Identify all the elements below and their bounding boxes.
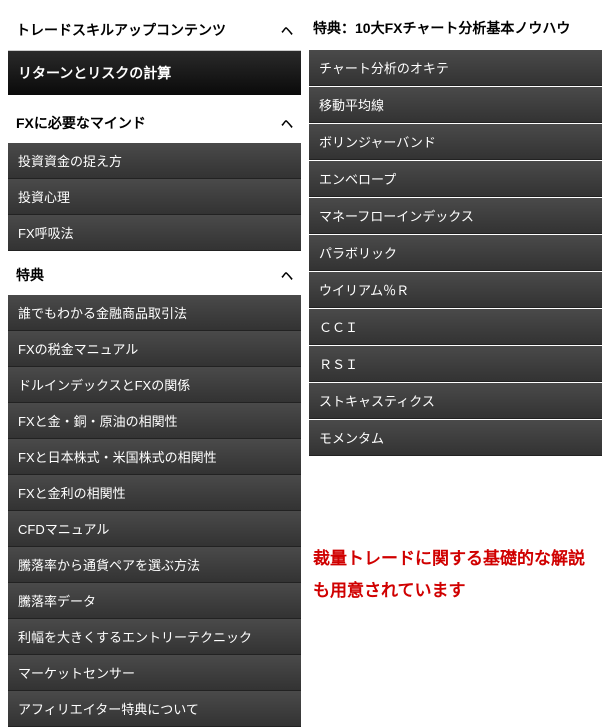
- list-item[interactable]: ウイリアム％Ｒ: [309, 272, 602, 308]
- list-item[interactable]: ドルインデックスとFXの関係: [8, 367, 301, 403]
- list-item[interactable]: FXと日本株式・米国株式の相関性: [8, 439, 301, 475]
- note-text: 裁量トレードに関する基礎的な解説も用意されています: [309, 537, 602, 614]
- section-title: 特典: [16, 265, 44, 285]
- list-item[interactable]: 投資心理: [8, 179, 301, 215]
- list-item[interactable]: 利幅を大きくするエントリーテクニック: [8, 619, 301, 655]
- list-item[interactable]: 騰落率から通貨ペアを選ぶ方法: [8, 547, 301, 583]
- chevron-up-icon: ヘ: [281, 22, 293, 39]
- list-item[interactable]: FXの税金マニュアル: [8, 331, 301, 367]
- section-title: トレードスキルアップコンテンツ: [16, 20, 226, 40]
- fx-mind-list: 投資資金の捉え方 投資心理 FX呼吸法: [8, 143, 301, 251]
- list-item[interactable]: ストキャスティクス: [309, 383, 602, 419]
- banner-return-risk[interactable]: リターンとリスクの計算: [8, 51, 301, 95]
- list-item[interactable]: ボリンジャーバンド: [309, 124, 602, 160]
- list-item[interactable]: ＲＳＩ: [309, 346, 602, 382]
- chart-analysis-list: チャート分析のオキテ 移動平均線 ボリンジャーバンド エンベロープ マネーフロー…: [309, 50, 602, 457]
- bonus-list: 誰でもわかる金融商品取引法 FXの税金マニュアル ドルインデックスとFXの関係 …: [8, 295, 301, 727]
- right-column-title: 特典：10大FXチャート分析基本ノウハウ: [309, 10, 602, 50]
- list-item[interactable]: 投資資金の捉え方: [8, 143, 301, 179]
- left-column: トレードスキルアップコンテンツ ヘ リターンとリスクの計算 FXに必要なマインド…: [8, 10, 301, 666]
- list-item[interactable]: 移動平均線: [309, 87, 602, 123]
- list-item[interactable]: モメンタム: [309, 420, 602, 456]
- list-item[interactable]: マネーフローインデックス: [309, 198, 602, 234]
- list-item[interactable]: CFDマニュアル: [8, 511, 301, 547]
- right-column: 特典：10大FXチャート分析基本ノウハウ チャート分析のオキテ 移動平均線 ボリ…: [309, 10, 602, 666]
- list-item[interactable]: マーケットセンサー: [8, 655, 301, 691]
- list-item[interactable]: アフィリエイター特典について: [8, 691, 301, 727]
- chevron-up-icon: ヘ: [281, 267, 293, 284]
- list-item[interactable]: 誰でもわかる金融商品取引法: [8, 295, 301, 331]
- list-item[interactable]: ＣＣＩ: [309, 309, 602, 345]
- section-header-bonus[interactable]: 特典 ヘ: [8, 255, 301, 295]
- section-header-fx-mind[interactable]: FXに必要なマインド ヘ: [8, 103, 301, 143]
- section-title: FXに必要なマインド: [16, 113, 146, 133]
- list-item[interactable]: パラボリック: [309, 235, 602, 271]
- list-item[interactable]: エンベロープ: [309, 161, 602, 197]
- list-item[interactable]: FXと金・銅・原油の相関性: [8, 403, 301, 439]
- list-item[interactable]: FX呼吸法: [8, 215, 301, 251]
- chevron-up-icon: ヘ: [281, 115, 293, 132]
- list-item[interactable]: チャート分析のオキテ: [309, 50, 602, 86]
- list-item[interactable]: FXと金利の相関性: [8, 475, 301, 511]
- list-item[interactable]: 騰落率データ: [8, 583, 301, 619]
- section-header-trade-skill[interactable]: トレードスキルアップコンテンツ ヘ: [8, 10, 301, 51]
